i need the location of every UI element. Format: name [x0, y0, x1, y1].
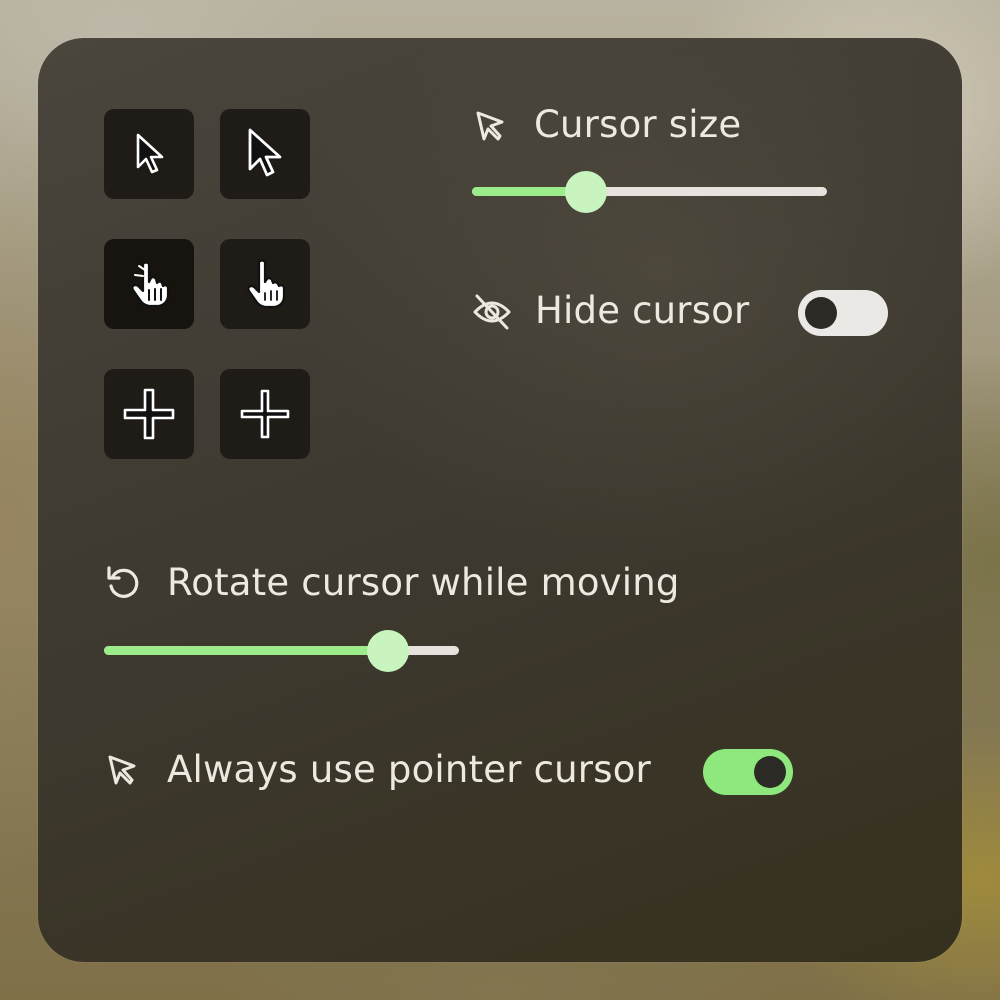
rotate-icon [107, 566, 139, 598]
cursor-size-label: Cursor size [534, 103, 742, 146]
hide-cursor-toggle-knob [805, 297, 837, 329]
pointer-cursor-toggle-knob [754, 756, 786, 788]
hide-cursor-toggle[interactable] [798, 290, 888, 336]
eye-off-icon [473, 294, 511, 330]
cursor-size-slider-thumb[interactable] [564, 171, 607, 213]
rotate-cursor-label: Rotate cursor while moving [167, 561, 680, 604]
crosshair-large-icon [240, 389, 290, 439]
pointer-icon [476, 111, 504, 141]
hide-cursor-label: Hide cursor [535, 289, 750, 332]
crosshair-small-icon [123, 388, 175, 440]
rotate-cursor-slider-fill [104, 646, 388, 655]
cursor-style-hand-small[interactable] [104, 239, 194, 329]
cursor-style-crosshair-large[interactable] [220, 369, 310, 459]
cursor-style-crosshair-small[interactable] [104, 369, 194, 459]
pointer-icon [108, 755, 136, 785]
cursor-style-arrow-large[interactable] [220, 109, 310, 199]
cursor-style-hand-large[interactable] [220, 239, 310, 329]
cursor-style-arrow-small[interactable] [104, 109, 194, 199]
cursor-size-slider[interactable] [472, 171, 827, 213]
rotate-cursor-slider[interactable] [104, 630, 459, 672]
pointer-cursor-toggle[interactable] [703, 749, 793, 795]
pointer-cursor-label: Always use pointer cursor [167, 748, 651, 791]
arrow-large-icon [248, 128, 282, 177]
hand-small-icon [131, 261, 170, 308]
rotate-cursor-slider-thumb[interactable] [367, 630, 409, 672]
hand-large-icon [247, 259, 286, 309]
arrow-small-icon [136, 133, 164, 174]
